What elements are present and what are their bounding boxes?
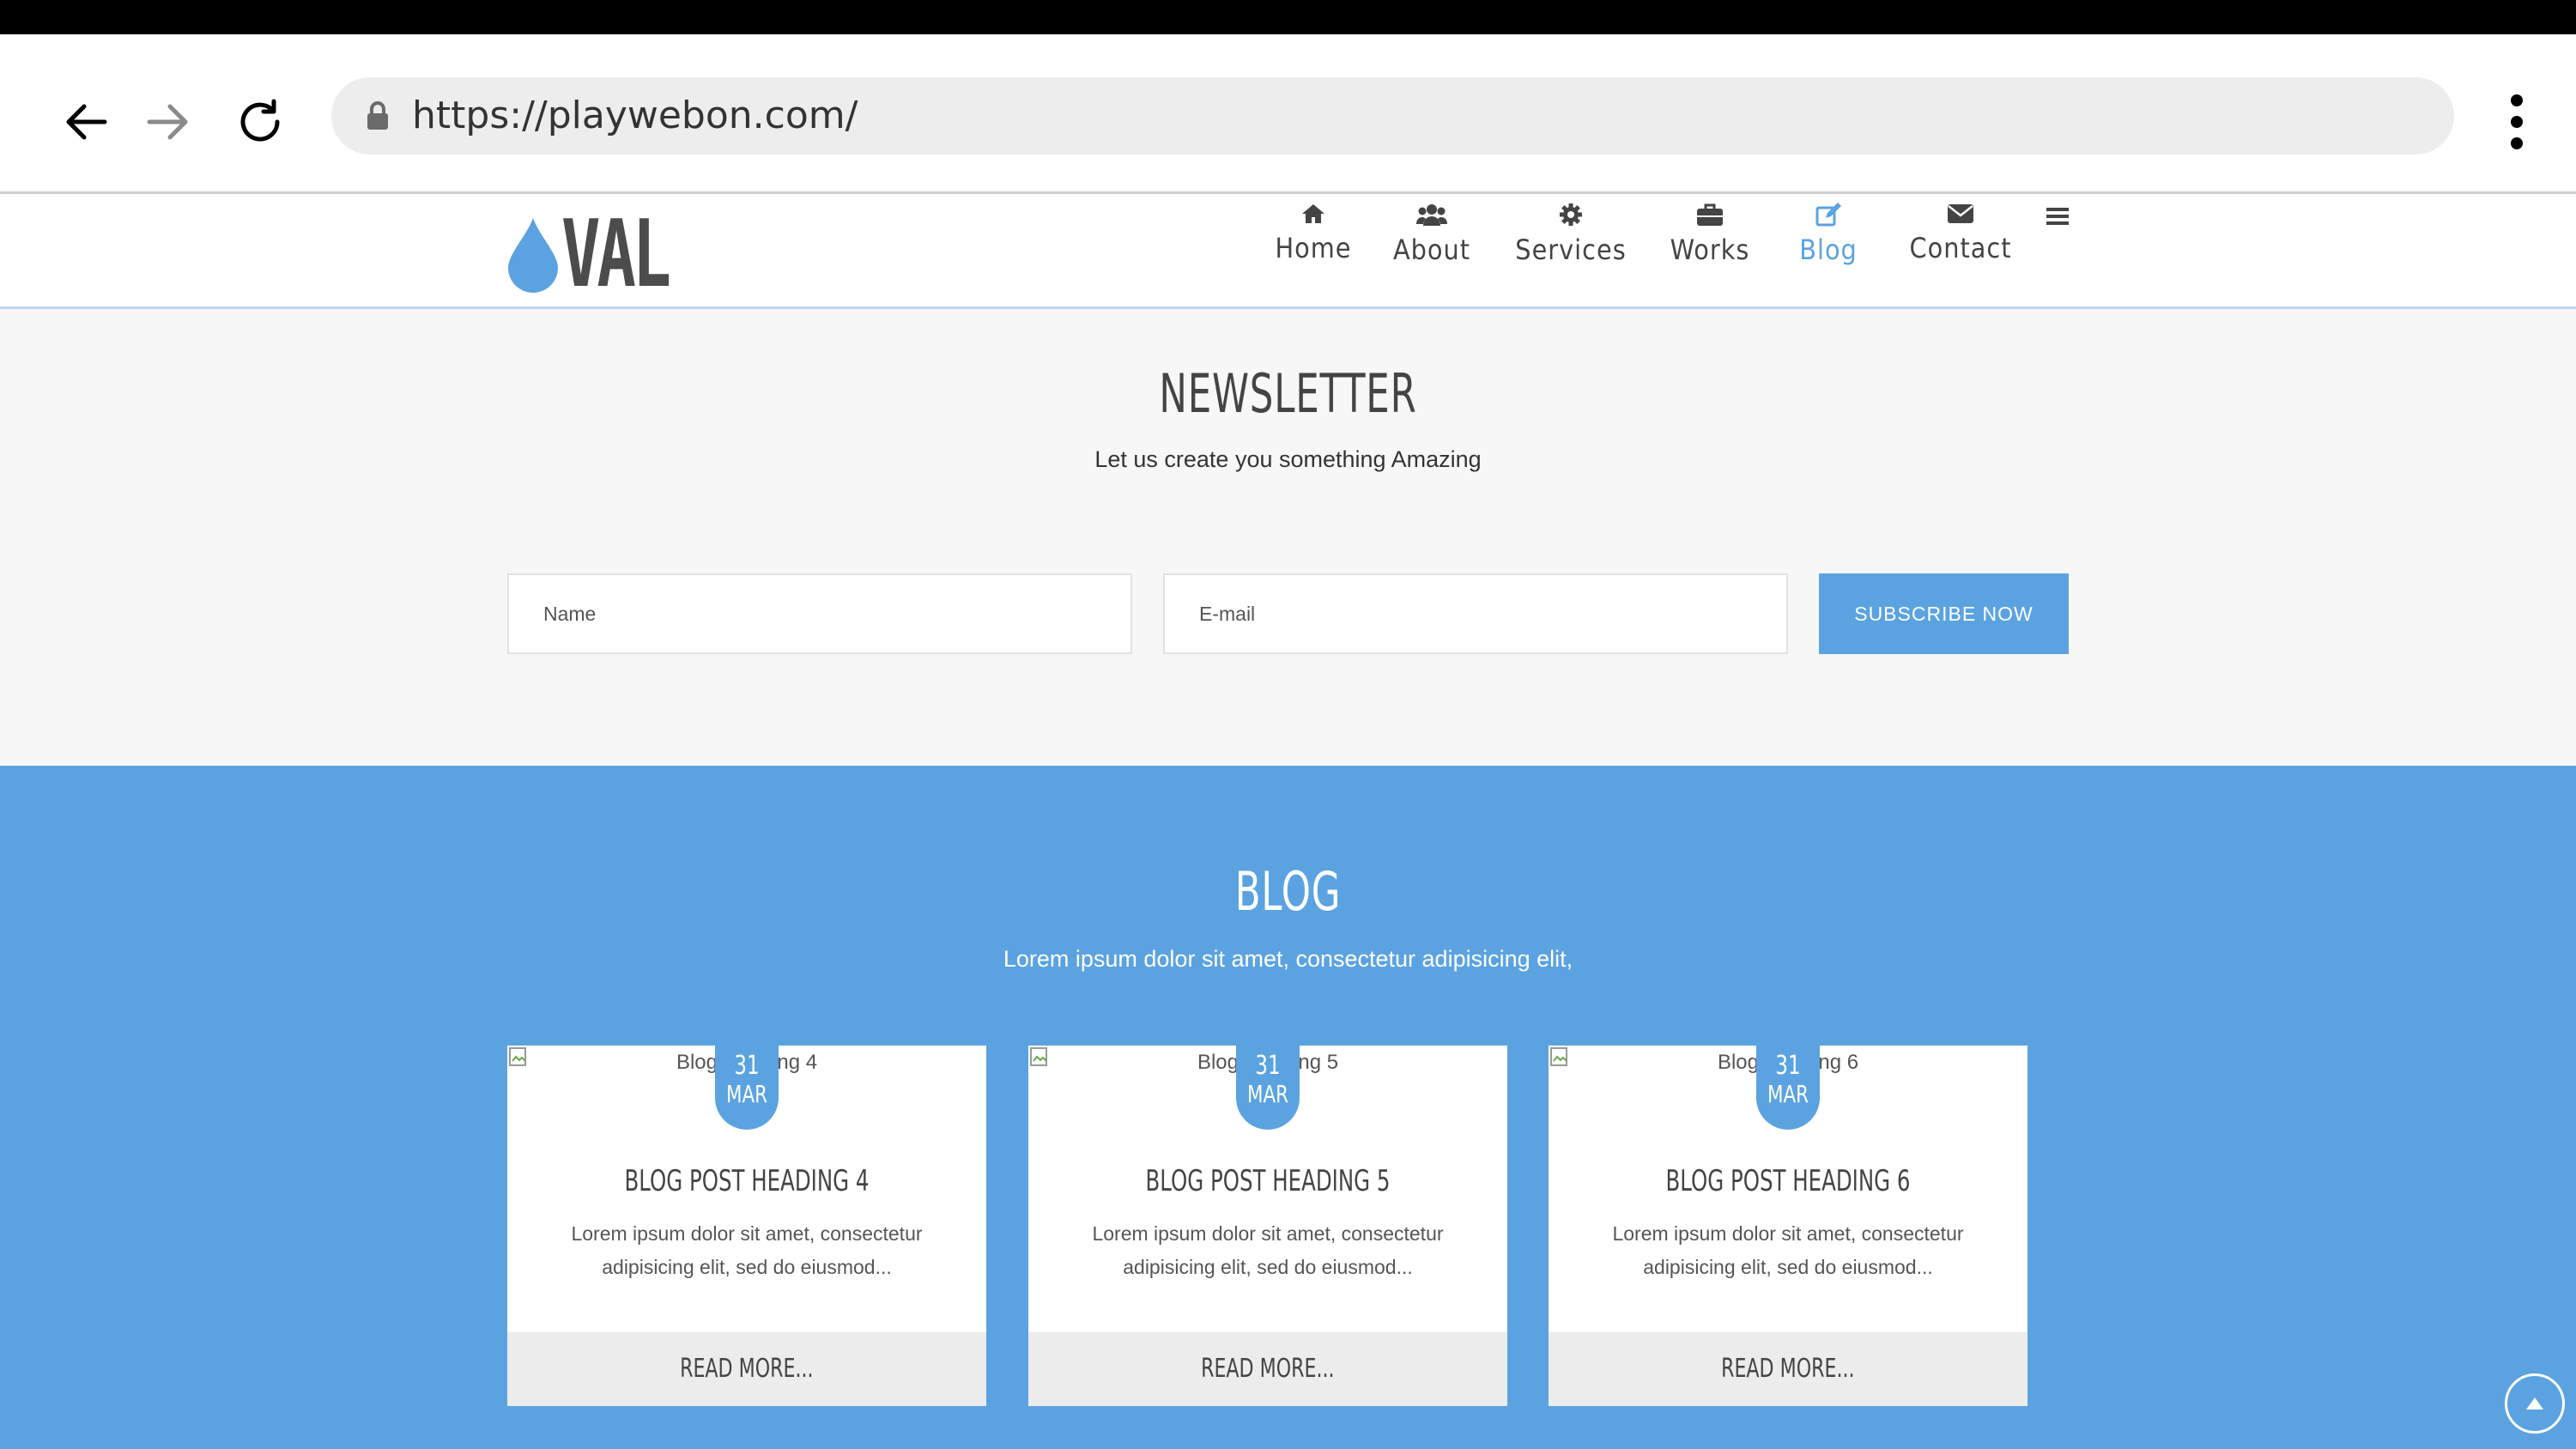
edit-icon (1815, 203, 1841, 227)
read-more-button[interactable]: READ MORE... (1549, 1332, 2027, 1406)
nav-contact[interactable]: Contact (1910, 194, 2011, 280)
date-day: 31 (1255, 1051, 1281, 1081)
blog-section: BLOG Lorem ipsum dolor sit amet, consect… (0, 766, 2576, 1449)
nav-label: Works (1670, 233, 1750, 266)
newsletter-section: NEWSLETTER Let us create you something A… (0, 309, 2576, 766)
blog-post-excerpt: Lorem ipsum dolor sit amet, consectetur … (1092, 1222, 1444, 1278)
status-bar (0, 0, 2576, 34)
read-more-label: READ MORE... (1721, 1354, 1855, 1384)
blog-card: Blog Heading 6 31 MAR BLOG POST HEADING … (1549, 1040, 2027, 1406)
blog-card: Blog Heading 4 31 MAR BLOG POST HEADING … (507, 1040, 986, 1406)
date-month: MAR (1767, 1080, 1809, 1108)
forward-button[interactable] (134, 88, 203, 156)
read-more-button[interactable]: READ MORE... (507, 1332, 986, 1406)
read-more-label: READ MORE... (1201, 1354, 1335, 1384)
reload-icon (240, 99, 280, 142)
blog-card: Blog Heading 5 31 MAR BLOG POST HEADING … (1028, 1040, 1507, 1406)
date-badge: 31 MAR (1236, 1040, 1300, 1130)
reload-button[interactable] (226, 88, 294, 156)
subscribe-button[interactable]: SUBSCRIBE NOW (1819, 573, 2069, 654)
browser-toolbar: https://playwebon.com/ (0, 34, 2576, 194)
blog-post-excerpt: Lorem ipsum dolor sit amet, consectetur … (1612, 1222, 1964, 1278)
url-text: https://playwebon.com/ (412, 94, 858, 137)
blog-post-heading[interactable]: BLOG POST HEADING 5 (1076, 1164, 1459, 1198)
blog-post-heading[interactable]: BLOG POST HEADING 6 (1597, 1164, 1979, 1198)
date-day: 31 (1775, 1051, 1801, 1081)
newsletter-subtitle: Let us create you something Amazing (1094, 446, 1482, 472)
read-more-label: READ MORE... (680, 1354, 814, 1384)
home-icon (1302, 204, 1324, 223)
blog-subtitle: Lorem ipsum dolor sit amet, consectetur … (1003, 946, 1573, 972)
blog-post-heading[interactable]: BLOG POST HEADING 4 (555, 1164, 938, 1198)
date-month: MAR (1247, 1080, 1288, 1108)
site-header: VAL Home About Services Works Blog Conta… (0, 194, 2576, 309)
hamburger-icon (2046, 208, 2069, 225)
email-input[interactable]: E-mail (1163, 573, 1788, 654)
logo-text: VAL (561, 201, 671, 308)
name-input[interactable]: Name (507, 573, 1132, 654)
newsletter-title: NEWSLETTER (1159, 362, 1417, 425)
nav-home[interactable]: Home (1275, 194, 1352, 280)
back-button[interactable] (52, 88, 120, 156)
nav-label: About (1392, 233, 1471, 266)
nav-label: Blog (1799, 233, 1858, 266)
read-more-button[interactable]: READ MORE... (1028, 1332, 1507, 1406)
site-logo[interactable]: VAL (506, 208, 713, 302)
arrow-right-icon (147, 104, 188, 140)
hamburger-menu-button[interactable] (2045, 194, 2070, 280)
chevron-up-icon (2526, 1397, 2543, 1410)
date-badge: 31 MAR (1756, 1040, 1820, 1130)
gear-icon (1560, 203, 1582, 226)
briefcase-icon (1697, 203, 1723, 226)
address-bar[interactable]: https://playwebon.com/ (331, 77, 2454, 155)
date-month: MAR (726, 1080, 767, 1108)
envelope-icon (1948, 204, 1973, 223)
date-day: 31 (734, 1051, 760, 1081)
nav-label: Services (1515, 233, 1627, 266)
arrow-left-icon (66, 104, 107, 140)
nav-label: Contact (1909, 232, 2012, 264)
lock-icon (367, 101, 388, 130)
users-icon (1416, 204, 1447, 226)
nav-works[interactable]: Works (1670, 194, 1749, 280)
scroll-to-top-button[interactable] (2505, 1373, 2565, 1434)
nav-label: Home (1275, 232, 1352, 264)
blog-title: BLOG (1234, 860, 1342, 923)
nav-services[interactable]: Services (1515, 194, 1626, 280)
drop-icon (508, 218, 558, 293)
kebab-menu-icon (2511, 94, 2523, 149)
blog-post-excerpt: Lorem ipsum dolor sit amet, consectetur … (571, 1222, 923, 1278)
nav-about[interactable]: About (1392, 194, 1471, 280)
nav-blog[interactable]: Blog (1799, 194, 1858, 280)
date-badge: 31 MAR (715, 1040, 779, 1130)
browser-menu-button[interactable] (2491, 88, 2543, 156)
